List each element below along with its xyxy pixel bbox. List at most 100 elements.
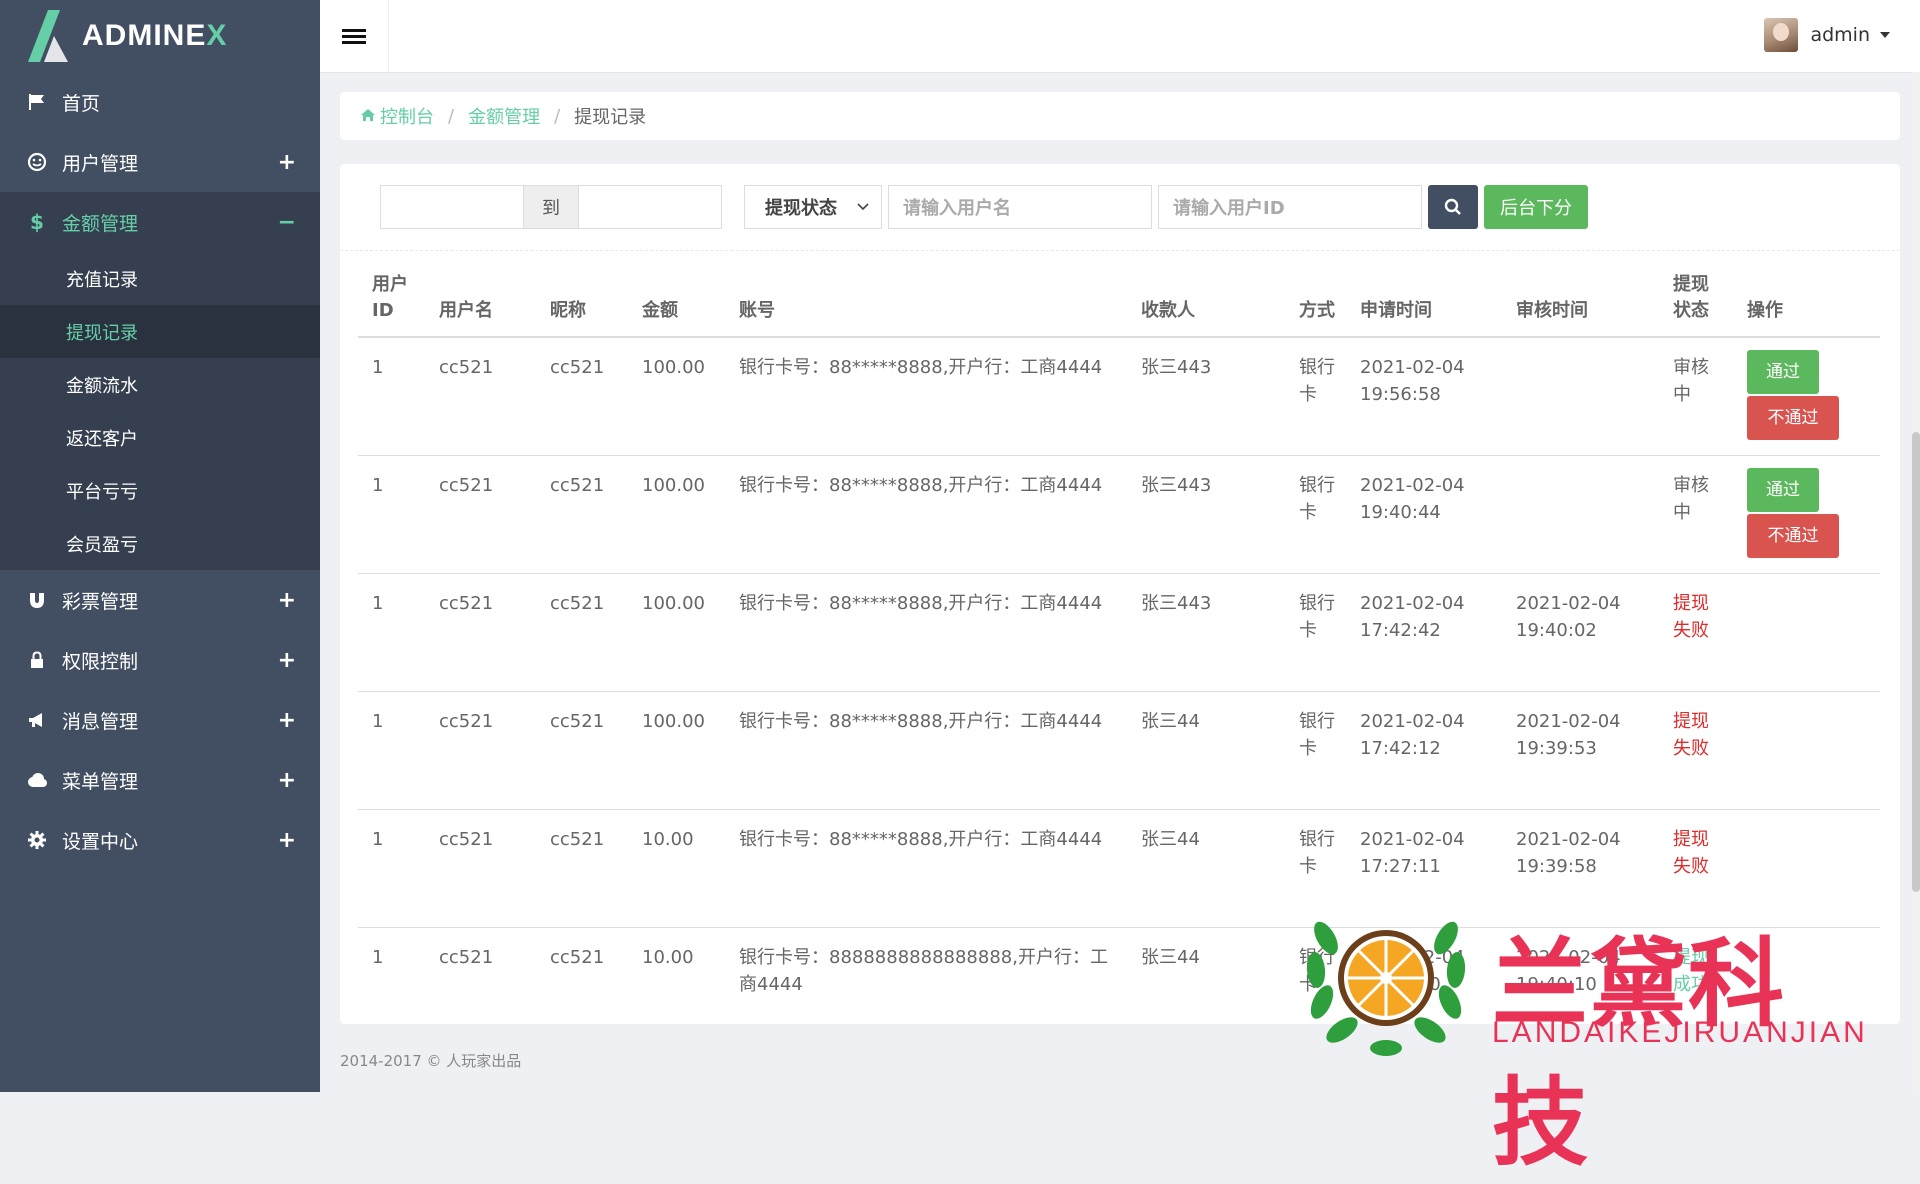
page-scrollbar[interactable] [1912,72,1920,1092]
user-menu[interactable]: admin [1764,18,1890,52]
divider [340,250,1900,251]
cloud-icon [26,769,48,791]
sidebar-item-users[interactable]: 用户管理 + [0,132,320,192]
avatar [1764,18,1799,52]
gear-icon [26,829,48,851]
table-row: 1 cc521 cc521 100.00 银行卡号：88*****8888,开户行：工商… [358,337,1880,456]
table-row: 1 cc521 cc521 100.00 银行卡号：88*****8888,开户行：工商… [358,691,1880,810]
cell-nickname: cc521 [536,573,628,692]
expand-icon: + [277,827,296,853]
cell-user-id: 1 [358,455,425,574]
top-header: admin [320,0,1920,73]
th-payee: 收款人 [1127,262,1285,338]
cell-nickname: cc521 [536,927,628,1024]
sidebar-item-label: 菜单管理 [62,770,139,793]
cell-method: 银行卡 [1285,691,1346,810]
sidebar-item-lottery[interactable]: 彩票管理 + [0,570,320,630]
collapse-icon: − [277,209,296,235]
approve-button[interactable]: 通过 [1747,467,1819,512]
reject-button[interactable]: 不通过 [1747,513,1839,558]
menu-toggle-button[interactable] [320,0,389,72]
brand-logo[interactable]: ADMINEX [0,0,320,72]
breadcrumb-section-link[interactable]: 金额管理 [468,103,540,129]
cell-account: 银行卡号：88*****8888,开户行：工商4444 [725,455,1127,574]
flag-icon [26,91,48,113]
sidebar-item-permissions[interactable]: 权限控制 + [0,630,320,690]
th-actions: 操作 [1733,262,1880,338]
sidebar-subitem-recharge[interactable]: 充值记录 [0,252,320,305]
cell-apply-time: 2021-02-04 17:42:12 [1346,691,1502,810]
sidebar-subitem-flow[interactable]: 金额流水 [0,358,320,411]
cell-username: cc521 [425,455,536,574]
cell-payee: 张三443 [1127,455,1285,574]
cell-account: 银行卡号：88*****8888,开户行：工商4444 [725,691,1127,810]
status-select[interactable]: 提现状态 [744,185,882,229]
sidebar-subitem-withdraw[interactable]: 提现记录 [0,305,320,358]
search-icon [1444,198,1461,215]
th-amount: 金额 [628,262,725,338]
cell-username: cc521 [425,927,536,1024]
table-row: 1 cc521 cc521 100.00 银行卡号：88*****8888,开户行：工商… [358,573,1880,692]
cell-payee: 张三44 [1127,927,1285,1024]
cell-username: cc521 [425,691,536,810]
th-account: 账号 [725,262,1127,338]
sidebar-item-menus[interactable]: 菜单管理 + [0,750,320,810]
admin-deduct-button[interactable]: 后台下分 [1484,185,1588,229]
laurel-logo-icon [1306,921,1466,1056]
cell-audit-time: 2021-02-04 19:39:53 [1502,691,1659,810]
watermark: 兰黛科技 LANDAIKEJIRUANJIAN [1296,898,1865,1179]
sidebar-nav: 首页 用户管理 + $ 金额管理 − [0,72,320,252]
sidebar-item-label: 消息管理 [62,710,139,733]
sidebar-item-messages[interactable]: 消息管理 + [0,690,320,750]
home-icon [360,106,376,127]
cell-status: 提现失败 [1659,691,1733,810]
expand-icon: + [277,149,296,175]
cell-nickname: cc521 [536,809,628,928]
expand-icon: + [277,767,296,793]
status-select-value: 提现状态 [765,198,837,219]
cell-actions [1733,691,1880,810]
sidebar-nav-rest: 彩票管理 + 权限控制 + 消息管理 + 菜单管理 + 设置中心 + [0,570,320,870]
username-input[interactable]: 请输入用户名 [888,185,1152,229]
cell-method: 银行卡 [1285,337,1346,456]
th-apply-time: 申请时间 [1346,262,1502,338]
cell-apply-time: 2021-02-04 19:56:58 [1346,337,1502,456]
cell-account: 银行卡号：88*****8888,开户行：工商4444 [725,573,1127,692]
cell-amount: 10.00 [628,927,725,1024]
approve-button[interactable]: 通过 [1747,350,1819,394]
reject-button[interactable]: 不通过 [1747,396,1839,440]
sidebar-item-settings[interactable]: 设置中心 + [0,810,320,870]
cell-amount: 100.00 [628,455,725,574]
breadcrumb-home-link[interactable]: 控制台 [380,103,434,129]
cell-payee: 张三44 [1127,809,1285,928]
scrollbar-thumb[interactable] [1912,432,1920,892]
cell-apply-time: 2021-02-04 19:40:44 [1346,455,1502,574]
sidebar-subitem-refund[interactable]: 返还客户 [0,411,320,464]
th-status: 提现状态 [1659,262,1733,338]
cell-nickname: cc521 [536,337,628,456]
cell-status: 审核中 [1659,455,1733,574]
user-circle-icon [26,151,48,173]
dollar-icon: $ [30,210,44,234]
sidebar-subitem-platform-pnl[interactable]: 平台亏亏 [0,464,320,517]
date-end-input[interactable] [578,185,722,229]
search-button[interactable] [1428,185,1478,229]
logo-icon [28,10,68,62]
table-header-row: 用户ID 用户名 昵称 金额 账号 收款人 方式 申请时间 审核时间 提现状态 … [358,262,1880,338]
userid-input[interactable]: 请输入用户ID [1158,185,1422,229]
magnet-icon [26,589,48,611]
username-placeholder: 请输入用户名 [903,198,1011,219]
userid-placeholder: 请输入用户ID [1173,198,1285,219]
cell-nickname: cc521 [536,691,628,810]
sidebar-item-finance[interactable]: $ 金额管理 − [0,192,320,252]
th-user-id: 用户ID [358,262,425,338]
cell-status: 审核中 [1659,337,1733,456]
date-start-input[interactable] [380,185,524,229]
sidebar-item-label: 用户管理 [62,152,139,175]
chevron-down-icon [857,203,869,211]
sidebar: ADMINEX 首页 用户管理 + $ 金额管理 − 充值记录 提现记录 金额流… [0,0,320,1092]
sidebar-item-home[interactable]: 首页 [0,72,320,132]
sidebar-subitem-member-pnl[interactable]: 会员盈亏 [0,517,320,570]
cell-method: 银行卡 [1285,455,1346,574]
watermark-en-text: LANDAIKEJIRUANJIAN [1492,1016,1868,1049]
